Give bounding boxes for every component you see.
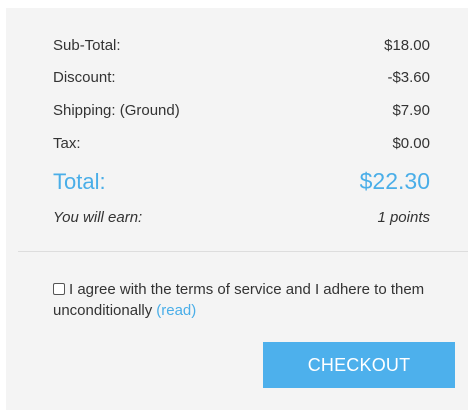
terms-agreement: I agree with the terms of service and I … [53, 279, 448, 321]
earn-value: 1 points [377, 209, 430, 226]
shipping-row: Shipping: (Ground) $7.90 [53, 102, 430, 119]
discount-value: -$3.60 [387, 69, 430, 86]
shipping-value: $7.90 [392, 102, 430, 119]
terms-read-link[interactable]: (read) [156, 302, 196, 319]
earn-points-row: You will earn: 1 points [53, 209, 430, 226]
tax-value: $0.00 [392, 135, 430, 152]
subtotal-label: Sub-Total: [53, 37, 121, 54]
tax-row: Tax: $0.00 [53, 135, 430, 152]
total-value: $22.30 [359, 168, 430, 194]
order-summary-panel: Sub-Total: $18.00 Discount: -$3.60 Shipp… [6, 8, 468, 410]
terms-text: I agree with the terms of service and I … [53, 281, 425, 319]
earn-label: You will earn: [53, 209, 143, 226]
checkout-button[interactable]: CHECKOUT [263, 342, 455, 388]
subtotal-row: Sub-Total: $18.00 [53, 37, 430, 54]
shipping-label: Shipping: (Ground) [53, 102, 180, 119]
discount-label: Discount: [53, 69, 116, 86]
tax-label: Tax: [53, 135, 81, 152]
total-row: Total: $22.30 [53, 168, 430, 195]
discount-row: Discount: -$3.60 [53, 69, 430, 86]
terms-checkbox[interactable] [53, 283, 65, 295]
divider [18, 251, 468, 252]
subtotal-value: $18.00 [384, 37, 430, 54]
total-label: Total: [53, 169, 106, 194]
